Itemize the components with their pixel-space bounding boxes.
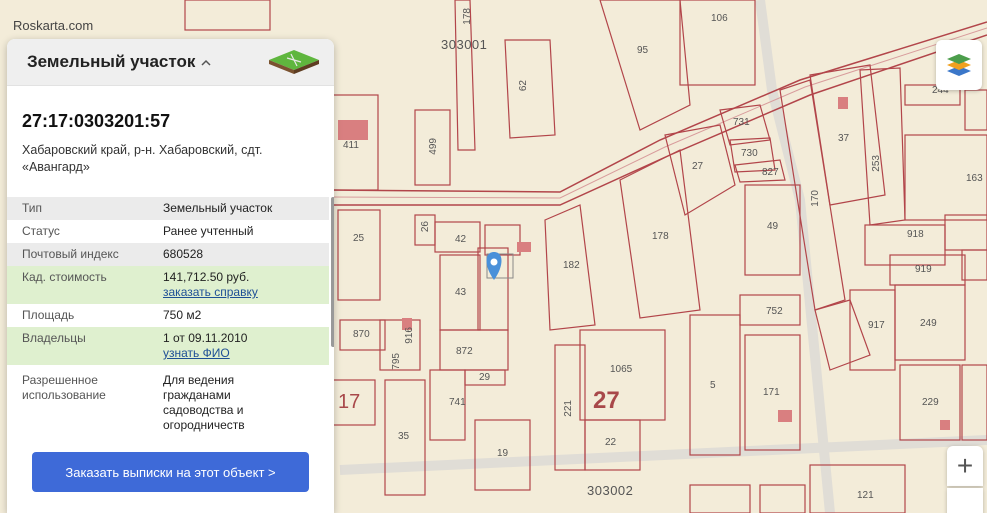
parcel-label: 5 (710, 380, 716, 391)
property-row: Почтовый индекс 680528 (7, 243, 329, 266)
parcel-label: 178 (462, 8, 473, 25)
parcel-label: 221 (563, 400, 574, 417)
parcel-label: 182 (563, 260, 580, 271)
zoom-out-button[interactable] (947, 488, 983, 513)
property-row: Владельцы 1 от 09.11.2010 узнать ФИО (7, 327, 329, 365)
parcel-label: 26 (420, 221, 431, 233)
parcel-label: 25 (353, 233, 365, 244)
property-key: Владельцы (22, 331, 86, 345)
block-number-label: 27 (593, 387, 620, 414)
parcel-label: 95 (637, 45, 649, 56)
parcel-label: 499 (428, 138, 439, 155)
parcel-label: 827 (762, 167, 779, 178)
parcel-label: 22 (605, 437, 617, 448)
property-row: Тип Земельный участок (7, 197, 329, 220)
quarter-label: 303001 (441, 37, 488, 52)
parcel-label: 411 (343, 140, 359, 151)
parcel-info-panel: Земельный участок 27:17:0303201:57 Хабар… (7, 39, 334, 513)
block-number-label: 17 (338, 391, 361, 413)
panel-header: Земельный участок (7, 39, 334, 86)
parcel-label: 62 (518, 80, 529, 92)
property-value: Земельный участок (163, 201, 273, 215)
panel-scrollbar[interactable] (331, 197, 334, 347)
parcel-label: 731 (733, 117, 750, 128)
parcel-label: 171 (763, 387, 780, 398)
parcel-label: 919 (915, 264, 932, 275)
property-key: Статус (22, 224, 60, 238)
parcel-label: 741 (449, 397, 466, 408)
parcel-address: Хабаровский край, р-н. Хабаровский, сдт.… (22, 143, 263, 174)
land-plot-icon (269, 50, 319, 74)
site-watermark: Roskarta.com (13, 18, 94, 33)
parcel-label: 37 (838, 133, 850, 144)
property-key: Площадь (22, 308, 75, 322)
property-row: Площадь 750 м2 (7, 304, 329, 327)
order-certificate-link[interactable]: заказать справку (163, 285, 258, 300)
property-value: 1 от 09.11.2010 (163, 331, 248, 345)
parcel-label: 870 (353, 329, 370, 340)
cadastral-number: 27:17:0303201:57 (22, 111, 171, 131)
parcel-label: 752 (766, 306, 783, 317)
parcel-label: 49 (767, 221, 779, 232)
parcel-label: 229 (922, 397, 939, 408)
find-owner-link[interactable]: узнать ФИО (163, 346, 247, 361)
property-key: Тип (22, 201, 43, 215)
parcel-label: 121 (857, 490, 874, 501)
parcel-label: 1065 (610, 364, 633, 375)
parcel-label: 29 (479, 372, 491, 383)
parcel-label: 163 (966, 173, 983, 184)
parcel-label: 918 (907, 229, 924, 240)
chevron-up-icon[interactable] (201, 56, 213, 68)
parcel-label: 170 (810, 190, 821, 207)
property-key: Почтовый индекс (22, 247, 119, 261)
parcel-label: 106 (711, 13, 728, 24)
parcel-label: 916 (404, 327, 415, 344)
parcel-label: 19 (497, 448, 509, 459)
parcel-label: 917 (868, 320, 885, 331)
parcel-label: 27 (692, 161, 704, 172)
property-value: 680528 (163, 247, 204, 261)
order-extracts-button[interactable]: Заказать выписки на этот объект > (32, 452, 309, 492)
property-row: Статус Ранее учтенный (7, 220, 329, 243)
quarter-label: 303002 (587, 483, 634, 498)
panel-title: Земельный участок (27, 52, 196, 71)
property-value: 750 м2 (163, 308, 202, 322)
property-value: Ранее учтенный (163, 224, 254, 238)
property-table: Тип Земельный участок Статус Ранее учтен… (7, 197, 329, 437)
property-row: Разрешенное использование Для ведения гр… (7, 365, 329, 437)
parcel-label: 178 (652, 231, 669, 242)
property-key: Разрешенное использование (22, 373, 106, 402)
layers-button[interactable] (936, 40, 982, 90)
parcel-label: 795 (391, 353, 402, 370)
parcel-label: 253 (871, 155, 882, 172)
parcel-label: 249 (920, 318, 937, 329)
parcel-label: 730 (741, 148, 758, 159)
property-value: Для ведения гражданами садоводства и ого… (163, 373, 245, 432)
layers-icon (947, 54, 971, 76)
parcel-label: 35 (398, 431, 410, 442)
zoom-in-button[interactable]: + (947, 446, 983, 486)
parcel-label: 42 (455, 234, 467, 245)
parcel-label: 872 (456, 346, 473, 357)
parcel-label: 43 (455, 287, 467, 298)
property-key: Кад. стоимость (22, 270, 107, 284)
property-value: 141,712.50 руб. (163, 270, 250, 284)
property-row: Кад. стоимость 141,712.50 руб. заказать … (7, 266, 329, 304)
